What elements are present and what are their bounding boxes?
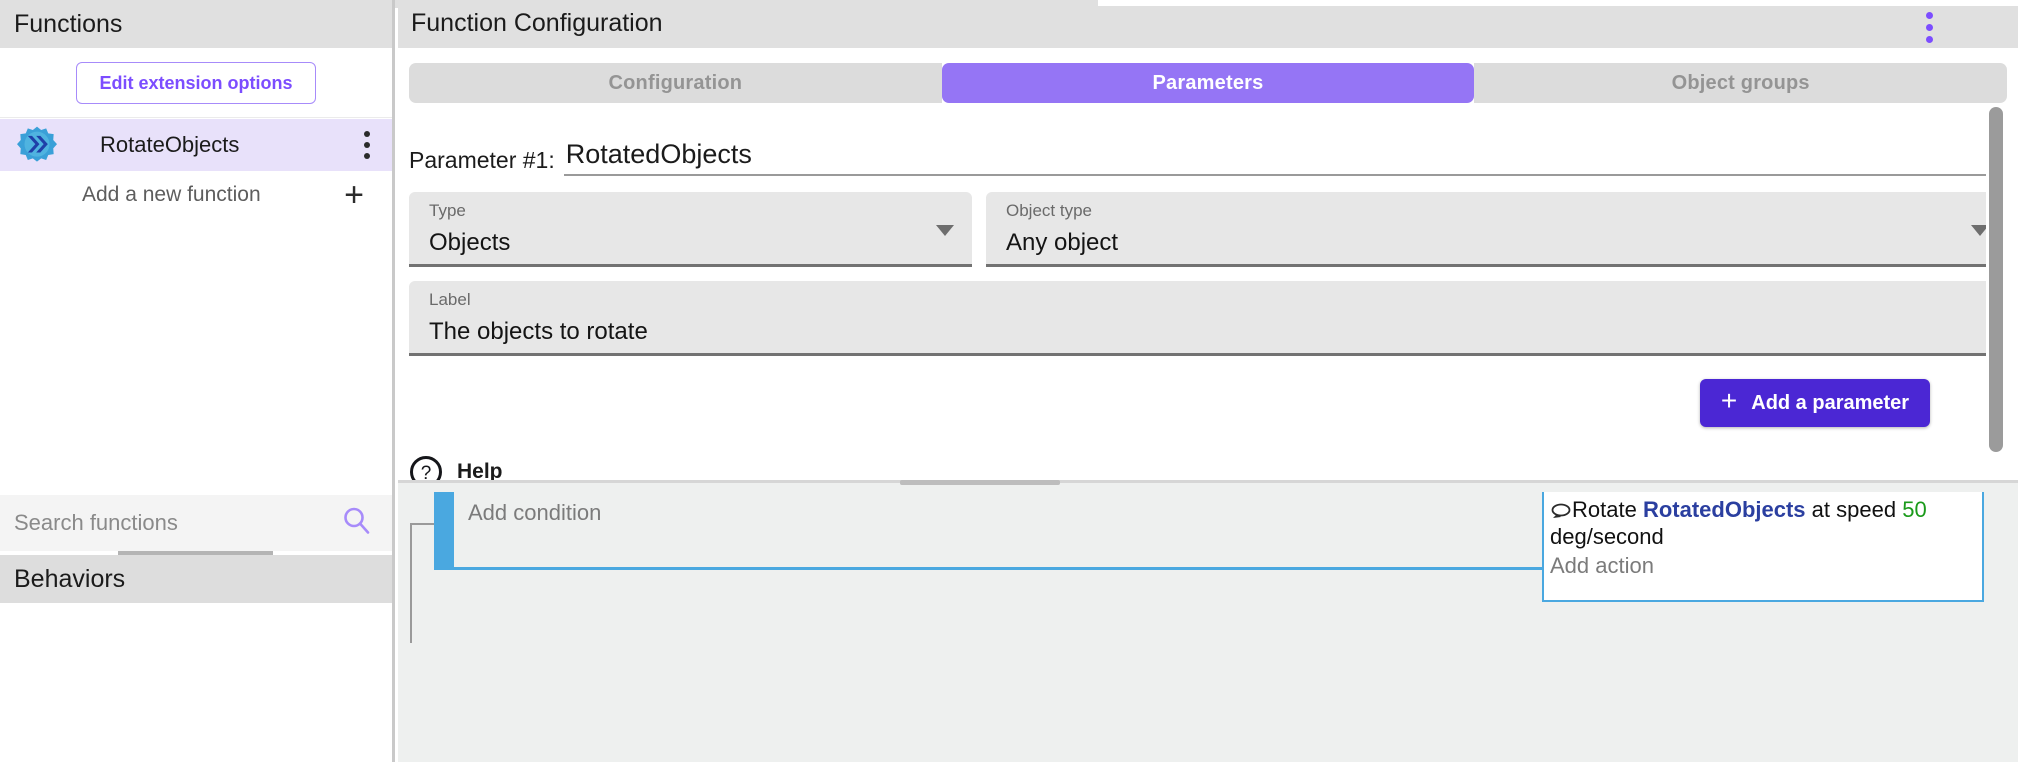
function-configuration-title: Function Configuration <box>411 9 663 38</box>
type-select[interactable]: Type Objects <box>409 192 972 267</box>
tab-parameters[interactable]: Parameters <box>942 63 1475 103</box>
add-condition-label: Add condition <box>454 492 1542 526</box>
events-panel: Add condition Rotate RotatedObjects at s… <box>398 480 2018 762</box>
app-window: Functions Edit extension options RotateO… <box>0 0 2018 762</box>
action-object-name: RotatedObjects <box>1643 497 1806 522</box>
functions-panel-header: Functions <box>0 0 392 48</box>
action-item[interactable]: Rotate RotatedObjects at speed 50 deg/se… <box>1550 497 1976 551</box>
chevron-down-icon[interactable] <box>936 225 954 236</box>
action-suffix: deg/second <box>1550 524 1664 549</box>
tab-configuration[interactable]: Configuration <box>409 63 942 103</box>
add-parameter-label: Add a parameter <box>1751 392 1909 415</box>
function-name-label: RotateObjects <box>100 132 239 158</box>
label-field-caption: Label <box>429 291 1993 310</box>
action-middle-text: at speed <box>1812 497 1896 522</box>
functions-panel: Functions Edit extension options RotateO… <box>0 0 395 762</box>
plus-icon: + <box>1721 387 1737 415</box>
label-field-value: The objects to rotate <box>429 318 1993 346</box>
parameter-name-field <box>564 139 1989 176</box>
actions-area[interactable]: Rotate RotatedObjects at speed 50 deg/se… <box>1542 492 1984 602</box>
tab-object-groups[interactable]: Object groups <box>1474 63 2007 103</box>
object-type-select[interactable]: Object type Any object <box>986 192 2007 267</box>
conditions-area[interactable]: Add condition <box>452 492 1542 570</box>
action-prefix: Rotate <box>1572 497 1637 522</box>
type-select-label: Type <box>429 202 958 221</box>
event-tree-connector <box>410 523 434 643</box>
search-functions-row <box>0 495 392 551</box>
functions-list-empty-area <box>0 219 392 495</box>
type-select-value: Objects <box>429 229 958 257</box>
edit-extension-options-row: Edit extension options <box>0 48 392 118</box>
behaviors-empty-area <box>0 603 392 762</box>
parameter-more-options-icon[interactable] <box>1926 12 1933 43</box>
object-type-select-label: Object type <box>1006 202 1993 221</box>
function-list-item-rotateobjects[interactable]: RotateObjects <box>0 119 392 171</box>
add-action-label[interactable]: Add action <box>1550 553 1976 579</box>
configuration-scrollbar-thumb[interactable] <box>1989 107 2003 452</box>
event-row: Add condition Rotate RotatedObjects at s… <box>434 492 1984 570</box>
add-function-plus-icon[interactable]: + <box>344 178 364 212</box>
label-text-field[interactable]: Label The objects to rotate <box>409 281 2007 356</box>
events-empty-area <box>398 595 2018 762</box>
add-new-function-label: Add a new function <box>82 183 261 207</box>
configuration-tabs: Configuration Parameters Object groups <box>409 63 2007 103</box>
page-title: Functions <box>0 10 122 39</box>
parameter-title-row: Parameter #1: <box>409 130 1989 176</box>
add-parameter-button[interactable]: + Add a parameter <box>1700 379 1930 427</box>
function-configuration-header: Function Configuration <box>398 0 2018 48</box>
search-icon[interactable] <box>342 506 372 541</box>
parameter-name-input[interactable] <box>564 139 1989 174</box>
object-type-select-value: Any object <box>1006 229 1993 257</box>
action-speed-value: 50 <box>1902 497 1926 522</box>
edit-extension-options-button[interactable]: Edit extension options <box>76 62 315 104</box>
rotate-icon <box>1550 502 1572 519</box>
extension-gear-icon <box>17 125 57 165</box>
behaviors-panel-header[interactable]: Behaviors <box>0 555 392 603</box>
function-item-more-options-icon[interactable] <box>364 131 370 159</box>
behaviors-title: Behaviors <box>0 565 125 594</box>
header-gap <box>1098 0 2018 6</box>
events-panel-splitter[interactable] <box>900 480 1060 485</box>
add-new-function-row[interactable]: Add a new function + <box>0 171 392 219</box>
parameter-fields-row: Type Objects Object type Any object <box>409 192 2007 267</box>
parameter-index-label: Parameter #1: <box>409 147 555 176</box>
search-input[interactable] <box>0 510 320 536</box>
event-selection-bar <box>434 492 452 570</box>
